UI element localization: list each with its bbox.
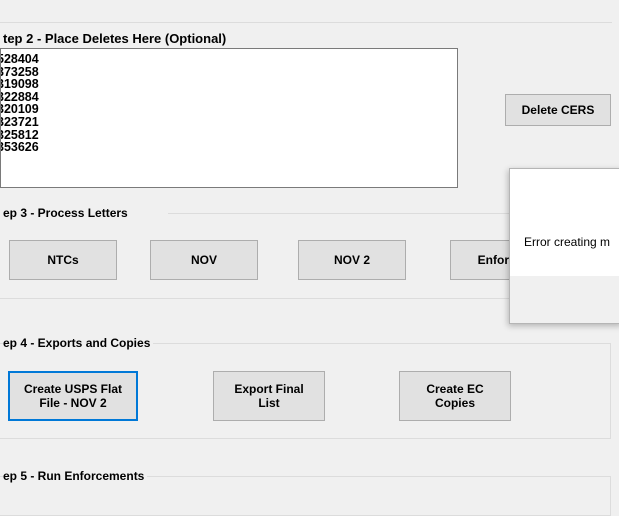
delete-entry: 319098 xyxy=(0,77,39,92)
delete-entry: 323721 xyxy=(0,114,39,129)
create-ec-copies-button[interactable]: Create EC Copies xyxy=(399,371,511,421)
step5-heading: ep 5 - Run Enforcements xyxy=(3,469,148,484)
step3-group-bottom-line xyxy=(0,298,510,299)
delete-entry: 528404 xyxy=(0,52,39,66)
nov-button[interactable]: NOV xyxy=(150,240,258,280)
export-final-list-button[interactable]: Export Final List xyxy=(213,371,325,421)
error-message: Error creating m xyxy=(524,235,611,249)
delete-entry: 373258 xyxy=(0,64,39,79)
error-dialog-footer xyxy=(510,276,619,323)
enforcement-button[interactable]: Enfor xyxy=(450,240,510,280)
error-dialog: Error creating m xyxy=(509,168,619,324)
deletes-textarea[interactable]: 528404 373258 319098 322884 320109 32372… xyxy=(0,48,458,188)
delete-entry: 325812 xyxy=(0,127,39,142)
delete-entry: 320109 xyxy=(0,102,39,117)
delete-entry: 322884 xyxy=(0,89,39,104)
delete-entry: 353626 xyxy=(0,140,39,155)
step3-heading: ep 3 - Process Letters xyxy=(3,206,128,220)
top-divider xyxy=(0,22,612,23)
step4-heading-bg: ep 4 - Exports and Copies xyxy=(3,336,154,351)
nov2-button[interactable]: NOV 2 xyxy=(298,240,406,280)
step2-heading: tep 2 - Place Deletes Here (Optional) xyxy=(3,31,227,46)
delete-cers-button[interactable]: Delete CERS xyxy=(505,94,611,126)
ntcs-button[interactable]: NTCs xyxy=(9,240,117,280)
create-usps-flat-file-button[interactable]: Create USPS Flat File - NOV 2 xyxy=(8,371,138,421)
